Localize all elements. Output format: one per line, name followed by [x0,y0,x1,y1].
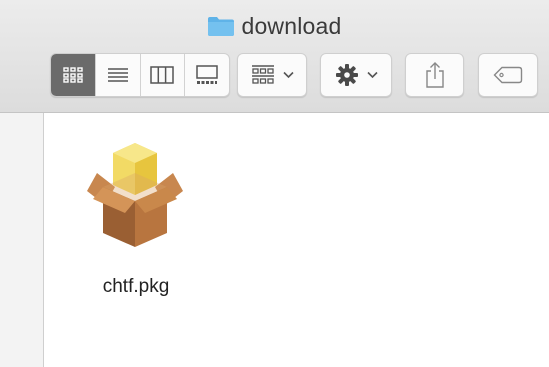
package-icon [87,143,183,247]
file-item[interactable]: chtf.pkg [80,130,192,310]
list-icon [107,68,128,82]
folder-icon [208,17,235,36]
sidebar [0,113,43,367]
action-button[interactable] [320,53,392,97]
file-name[interactable]: chtf.pkg [80,276,192,298]
arrange-button[interactable] [237,53,307,97]
column-view-button[interactable] [141,54,186,96]
window-title-text: download [241,12,342,39]
tag-button[interactable] [478,53,538,97]
toolbar: download [0,0,549,113]
sidebar-divider [43,113,44,367]
chevron-down-icon [366,71,378,79]
gallery-view-button[interactable] [185,54,229,96]
columns-icon [150,66,175,84]
icon-view-button[interactable] [51,54,96,96]
group-arrange-icon [251,65,274,84]
chevron-down-icon [282,71,294,79]
view-mode-control[interactable] [50,53,230,97]
gear-icon [335,64,358,86]
share-button[interactable] [405,53,464,97]
gallery-icon [196,65,218,84]
list-view-button[interactable] [96,54,141,96]
share-icon [425,62,444,88]
window-title: download [0,10,549,42]
finder-window: download chtf.pkg [0,0,549,367]
icon-grid-icon [63,67,83,83]
tag-icon [493,66,523,84]
